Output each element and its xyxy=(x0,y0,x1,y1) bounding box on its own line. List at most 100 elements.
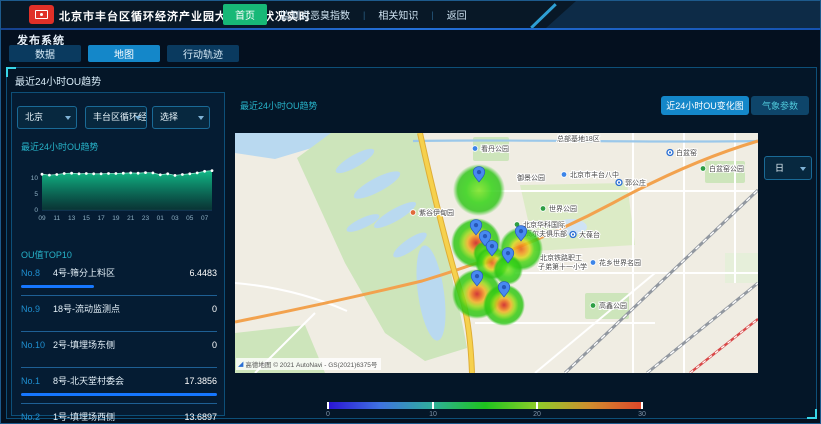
rank-label: No.1 xyxy=(21,376,47,386)
nav-item-back[interactable]: 返回 xyxy=(447,7,467,22)
chevron-down-icon xyxy=(198,116,204,120)
poi-icon xyxy=(472,146,478,152)
site-select-value: 选择 xyxy=(160,112,178,122)
progress-bar xyxy=(21,393,217,396)
park-icon xyxy=(700,166,706,172)
colorbar-tick xyxy=(641,402,643,409)
rank-label: No.8 xyxy=(21,268,47,278)
poi-icon xyxy=(561,172,567,178)
trend-chart-svg: 0510091113151719212301030507 xyxy=(20,152,218,224)
rank-label: No.2 xyxy=(21,412,47,422)
site-name: 1号-填埋场西侧 xyxy=(53,410,184,423)
ou-change-map-button[interactable]: 近24小时OU变化图 xyxy=(661,96,749,115)
site-value: 0 xyxy=(212,304,217,314)
site-name: 8号-北天堂村委会 xyxy=(53,374,184,387)
svg-text:03: 03 xyxy=(171,215,179,222)
colorbar-tick xyxy=(432,402,434,409)
attribution-text: 高德地图 © 2021 AutoNavi - GS(2021)6375号 xyxy=(245,359,377,369)
svg-text:0: 0 xyxy=(34,207,38,214)
metro-station-icon xyxy=(616,180,622,186)
panel-title: 最近24小时OU趋势 xyxy=(15,73,101,88)
colorbar-tick-label: 20 xyxy=(533,411,541,418)
map-canvas[interactable]: 看丹公园总部基地18区御景公园北京市丰台八中世界公园白盆窑白盆窑公园郭公庄大葆台… xyxy=(235,133,758,373)
map-label: 高鑫公园 xyxy=(599,301,627,310)
top-list-item: No.8 4号-筛分上料区 6.4483 xyxy=(21,260,217,296)
chevron-down-icon xyxy=(800,167,806,171)
sidebar-panel: 北京 丰台区循环经济产 选择 最近24小时OU趋势 05100911131517… xyxy=(11,92,225,416)
camera-icon xyxy=(35,10,48,19)
metro-station-icon xyxy=(570,232,576,238)
map-label: 世界公园 xyxy=(549,204,577,213)
corner-accent xyxy=(807,409,817,419)
chevron-down-icon xyxy=(65,116,71,120)
ou-colorbar: 0 10 20 30 xyxy=(327,402,643,422)
site-name: 18号-流动监测点 xyxy=(53,302,212,315)
city-select[interactable]: 北京 xyxy=(17,106,77,129)
map-label: 大葆台 xyxy=(579,230,600,239)
svg-text:5: 5 xyxy=(34,191,38,198)
main-panel: 最近24小时OU趋势 北京 丰台区循环经济产 选择 最近24小时OU趋势 0 5 1… xyxy=(6,67,817,419)
map-label: 总部基地18区 xyxy=(557,134,600,143)
site-name: 2号-填埋场东侧 xyxy=(53,338,212,351)
map-label: 北京市丰台八中 xyxy=(570,170,619,179)
nav-item-home[interactable]: 首页 xyxy=(223,4,267,25)
map-label: 白盆窑 xyxy=(676,148,697,157)
nav-item-knowledge[interactable]: 相关知识 xyxy=(378,7,418,22)
rank-label: No.10 xyxy=(21,340,47,350)
map-label: 白盆窑公园 xyxy=(709,164,744,173)
trend-chart: 0510091113151719212301030507 xyxy=(20,152,218,224)
map-label: 郭公庄 xyxy=(625,178,646,187)
poi-icon xyxy=(590,260,596,266)
colorbar-tick xyxy=(327,402,329,409)
app-logo-icon xyxy=(29,5,54,24)
time-granularity-select[interactable]: 日 xyxy=(764,156,812,180)
site-name: 4号-筛分上料区 xyxy=(53,266,189,279)
colorbar-tick-label: 10 xyxy=(429,411,437,418)
svg-text:07: 07 xyxy=(201,215,209,222)
top-list-item: No.2 1号-填埋场西侧 13.6897 xyxy=(21,404,217,424)
tab-map[interactable]: 地图 xyxy=(88,45,160,62)
svg-text:23: 23 xyxy=(142,215,150,222)
app-window: 北京市丰台区循环经济产业园大气恶臭状况实时 首页 监测点恶臭指数 | 相关知识 … xyxy=(0,0,821,424)
metro-station-icon xyxy=(667,150,673,156)
park-select[interactable]: 丰台区循环经济产 xyxy=(85,106,147,129)
svg-text:01: 01 xyxy=(157,215,165,222)
progress-bar xyxy=(21,285,217,288)
site-value: 13.6897 xyxy=(184,412,217,422)
svg-text:13: 13 xyxy=(68,215,76,222)
site-value: 17.3856 xyxy=(184,376,217,386)
map-label: 花乡世界名园 xyxy=(599,258,641,267)
map-section-title: 最近24小时OU趋势 xyxy=(240,99,318,112)
svg-text:10: 10 xyxy=(31,175,39,182)
header-bar: 北京市丰台区循环经济产业园大气恶臭状况实时 首页 监测点恶臭指数 | 相关知识 … xyxy=(1,1,821,28)
map-label: 北京铁路职工 xyxy=(540,253,582,262)
map-label: 看丹公园 xyxy=(481,145,509,153)
amap-logo-icon: ◢ xyxy=(238,360,243,368)
svg-text:17: 17 xyxy=(97,215,105,222)
main-nav: 首页 监测点恶臭指数 | 相关知识 | 返回 xyxy=(223,5,467,24)
ou-top-list: No.8 4号-筛分上料区 6.4483 No.9 18号-流动监测点 0 No… xyxy=(21,260,217,424)
colorbar-tick-label: 0 xyxy=(326,411,330,418)
nav-divider: | xyxy=(363,10,365,20)
map-overlay: 看丹公园总部基地18区御景公园北京市丰台八中世界公园白盆窑白盆窑公园郭公庄大葆台… xyxy=(235,133,758,373)
site-value: 6.4483 xyxy=(189,268,217,278)
svg-text:09: 09 xyxy=(38,215,46,222)
top-list-item: No.10 2号-填埋场东侧 0 xyxy=(21,332,217,368)
header-accent-line xyxy=(1,28,821,30)
tab-track[interactable]: 行动轨迹 xyxy=(167,45,239,62)
weather-params-button[interactable]: 气象参数 xyxy=(751,96,809,115)
map-attribution: ◢ 高德地图 © 2021 AutoNavi - GS(2021)6375号 xyxy=(236,358,381,370)
nav-divider: | xyxy=(431,10,433,20)
svg-text:15: 15 xyxy=(83,215,91,222)
progress-bar xyxy=(21,357,217,360)
site-select[interactable]: 选择 xyxy=(152,106,210,129)
park-icon xyxy=(590,303,596,309)
svg-text:11: 11 xyxy=(53,215,60,222)
nav-item-odor-index[interactable]: 监测点恶臭指数 xyxy=(280,7,350,22)
colorbar-tick xyxy=(536,402,538,409)
progress-bar xyxy=(21,321,217,324)
tab-data[interactable]: 数据 xyxy=(9,45,81,62)
svg-text:21: 21 xyxy=(127,215,135,222)
park-icon xyxy=(540,206,546,212)
colorbar-tick-label: 30 xyxy=(638,411,646,418)
